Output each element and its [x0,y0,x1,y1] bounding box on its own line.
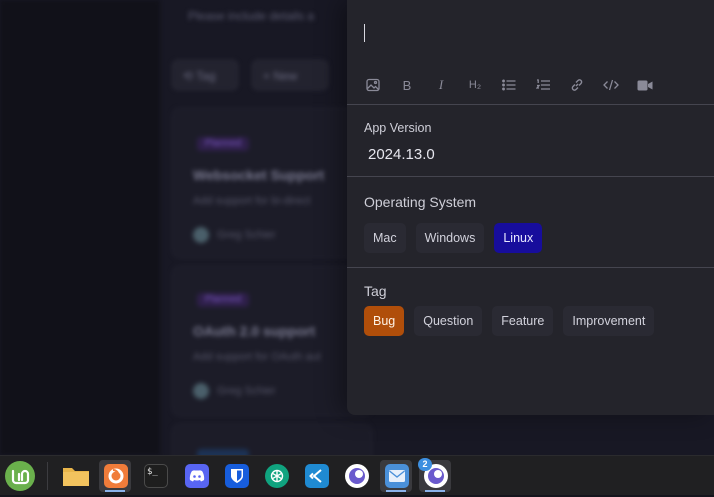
vscode-icon[interactable] [300,460,332,492]
tag-options: Bug Question Feature Improvement [364,306,664,336]
taskbar: $_ [0,455,714,495]
terminal-glyph: $_ [147,467,158,477]
mail-icon[interactable] [380,460,412,492]
background-hint-text: Please include details a [188,9,315,23]
card-author: Greg Schier [217,229,276,241]
card-title: OAuth 2.0 support [193,323,316,339]
text-caret [364,24,365,42]
bold-icon[interactable]: B [398,76,416,94]
linux-mint-menu-icon[interactable] [4,460,36,492]
tag-option-feature[interactable]: Feature [492,306,554,336]
status-badge: Planned [197,137,249,151]
numbered-list-icon[interactable] [534,76,552,94]
tag-label: Tag [364,283,387,299]
background-card: Planned OAuth 2.0 support Add support fo… [172,266,372,416]
formatting-toolbar: B I H₂ [364,76,670,94]
tag-option-question[interactable]: Question [414,306,483,336]
os-option-windows[interactable]: Windows [415,223,485,253]
divider [347,267,714,268]
files-folder-icon[interactable] [60,460,92,492]
operating-system-options: Mac Windows Linux [364,223,552,253]
card-author: Greg Schier [217,385,276,397]
taskbar-separator [47,462,48,490]
link-icon[interactable] [568,76,586,94]
background-tag-button: ⟲ Tag [172,60,238,90]
card-description: Add support for OAuth aut [193,351,321,363]
discord-icon[interactable] [180,460,212,492]
italic-icon[interactable]: I [432,76,450,94]
avatar [193,383,209,399]
card-title: Websocket Support [193,167,325,183]
os-option-mac[interactable]: Mac [364,223,406,253]
terminal-icon[interactable]: $_ [139,460,171,492]
status-badge: Planned [197,293,249,307]
divider [347,104,714,105]
tag-option-bug[interactable]: Bug [364,306,405,336]
running-indicator [425,490,445,492]
background-new-button: + New [252,60,328,90]
background-card: Planned Websocket Support Add support fo… [172,108,372,258]
os-option-linux[interactable]: Linux [494,223,543,253]
divider [347,176,714,177]
background-card [172,424,372,455]
app-version-field[interactable]: 2024.13.0 [368,146,435,163]
image-icon[interactable] [364,76,382,94]
card-description: Add support for bi-direct [193,195,311,207]
notification-badge: 2 [418,458,432,471]
description-editor[interactable] [347,0,714,62]
bitwarden-icon[interactable] [220,460,252,492]
firefox-icon[interactable] [99,460,131,492]
running-indicator [105,490,125,492]
insomnia-icon[interactable] [340,460,372,492]
avatar [193,227,209,243]
tag-option-improvement[interactable]: Improvement [563,306,655,336]
bullet-list-icon[interactable] [500,76,518,94]
heading-icon[interactable]: H₂ [466,76,484,94]
running-indicator [386,490,406,492]
editor-panel: B I H₂ App Version 2024.13.0 Operating S… [347,0,714,415]
chatgpt-icon[interactable] [260,460,292,492]
background-sidebar [0,0,160,455]
app-version-label: App Version [364,121,432,135]
operating-system-label: Operating System [364,194,477,210]
video-icon[interactable] [636,76,654,94]
code-icon[interactable] [602,76,620,94]
